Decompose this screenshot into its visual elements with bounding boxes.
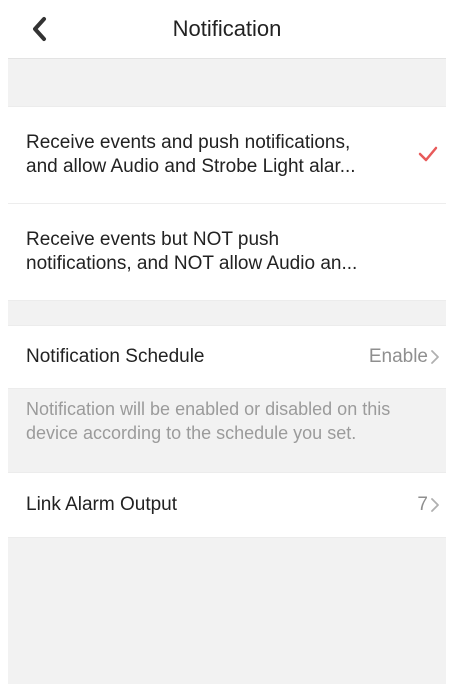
back-button[interactable] <box>22 12 56 46</box>
notification-schedule-row[interactable]: Notification Schedule Enable <box>8 325 446 389</box>
link-alarm-output-label: Link Alarm Output <box>26 494 178 515</box>
notification-schedule-hint: Notification will be enabled or disabled… <box>26 399 391 443</box>
notification-settings-page: Notification Receive events and push not… <box>8 0 446 684</box>
top-navigation-bar: Notification <box>8 0 446 59</box>
screen: Notification Receive events and push not… <box>0 0 454 684</box>
notification-schedule-status: Enable <box>368 346 428 367</box>
back-chevron-icon <box>33 17 46 41</box>
notification-mode-list: Receive events and push notifications, a… <box>8 106 446 301</box>
link-alarm-output-value-group: 7 <box>417 473 440 537</box>
notification-schedule-label: Notification Schedule <box>26 346 205 367</box>
notification-schedule-value-group: Enable <box>369 326 440 388</box>
link-alarm-output-row[interactable]: Link Alarm Output 7 <box>8 472 446 538</box>
chevron-right-icon <box>431 498 439 512</box>
chevron-right-icon <box>431 350 439 364</box>
notification-option-push-and-alarm[interactable]: Receive events and push notifications, a… <box>8 107 446 203</box>
notification-option-events-only[interactable]: Receive events but NOT push notification… <box>8 203 446 300</box>
link-alarm-output-count: 7 <box>417 494 428 515</box>
option-label: Receive events and push notifications, a… <box>26 132 356 177</box>
option-label: Receive events but NOT push notification… <box>26 229 358 274</box>
check-icon <box>418 146 438 162</box>
page-title: Notification <box>172 16 282 41</box>
